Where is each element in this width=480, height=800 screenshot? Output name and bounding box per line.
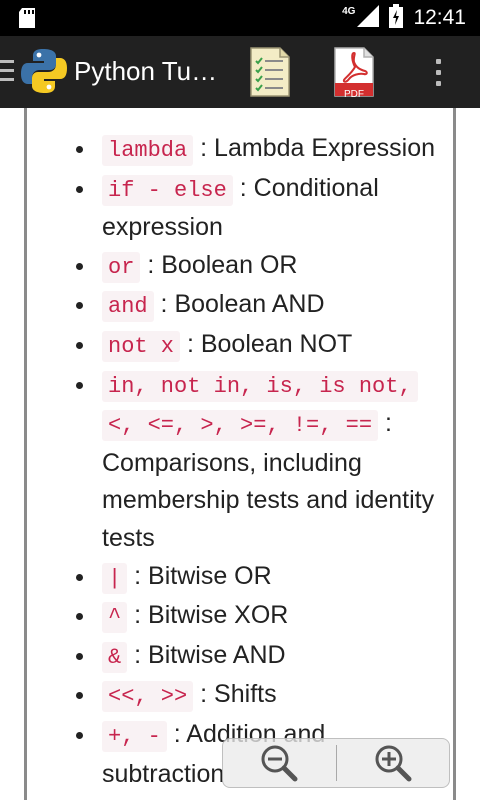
sd-card-icon xyxy=(18,8,36,33)
list-item: and : Boolean AND xyxy=(76,286,442,326)
operator-code: lambda xyxy=(102,135,194,166)
operator-code: <<, >> xyxy=(102,681,194,713)
app-title: Python Tu… xyxy=(74,56,218,86)
operator-description: : Bitwise XOR xyxy=(127,601,289,630)
status-bar: 4G 12:41 xyxy=(0,0,480,36)
drawer-indicator-icon[interactable] xyxy=(0,60,14,82)
operator-code: in, not in, is, is not, <, <=, >, >=, !=… xyxy=(102,370,418,442)
zoom-out-button[interactable] xyxy=(223,739,336,787)
operator-code: if - else xyxy=(102,174,233,206)
action-bar: Python Tu… PDF xyxy=(0,36,480,108)
clock: 12:41 xyxy=(413,6,466,29)
operator-description: : Shifts xyxy=(193,680,277,709)
operator-description: : Boolean NOT xyxy=(180,329,353,358)
list-item: in, not in, is, is not, <, <=, >, >=, !=… xyxy=(76,366,442,558)
pdf-button[interactable]: PDF xyxy=(326,44,382,100)
list-item: | : Bitwise OR xyxy=(76,558,442,598)
network-type: 4G xyxy=(342,5,356,17)
operator-description: : Bitwise AND xyxy=(127,640,286,669)
operator-code: or xyxy=(102,251,141,283)
operator-description: : Bitwise OR xyxy=(127,561,272,590)
operator-code: +, - xyxy=(102,720,167,752)
checklist-button[interactable] xyxy=(242,44,298,100)
zoom-out-icon xyxy=(261,745,298,782)
zoom-in-icon xyxy=(375,745,412,782)
overflow-menu-icon[interactable] xyxy=(422,52,454,92)
operator-description: : Lambda Expression xyxy=(193,134,436,162)
operator-list: lambda : Lambda Expression if - else : Co… xyxy=(76,130,442,793)
list-item: if - else : Conditional expression xyxy=(76,170,442,247)
list-item: or : Boolean OR xyxy=(76,247,442,287)
checklist-icon xyxy=(250,47,290,97)
zoom-control xyxy=(222,738,450,788)
list-item: not x : Boolean NOT xyxy=(76,326,442,366)
battery-icon xyxy=(389,3,404,33)
signal-icon xyxy=(357,4,380,32)
list-item: lambda : Lambda Expression xyxy=(76,130,442,170)
operator-description: : Boolean AND xyxy=(153,290,325,319)
operator-code: ^ xyxy=(102,602,128,634)
content-area[interactable]: lambda : Lambda Expression if - else : Co… xyxy=(0,108,480,800)
operator-code: | xyxy=(102,562,128,594)
zoom-in-button[interactable] xyxy=(337,739,450,787)
operator-code: not x xyxy=(102,330,181,362)
list-item: & : Bitwise AND xyxy=(76,637,442,677)
operator-code: and xyxy=(102,291,154,323)
pdf-label: PDF xyxy=(344,89,364,100)
operator-code: & xyxy=(102,641,128,673)
python-logo-icon[interactable] xyxy=(20,47,68,95)
list-item: ^ : Bitwise XOR xyxy=(76,597,442,637)
operator-description: : Boolean OR xyxy=(140,250,298,279)
list-item: <<, >> : Shifts xyxy=(76,676,442,716)
